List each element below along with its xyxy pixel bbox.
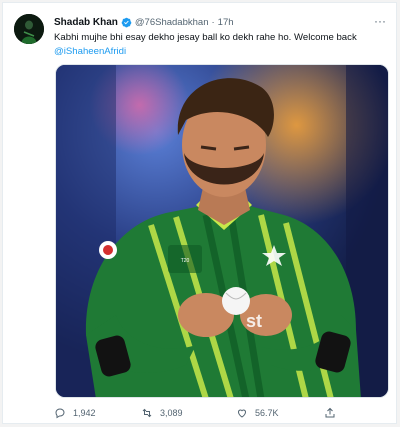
- like-count: 56.7K: [255, 408, 279, 418]
- reply-button[interactable]: 1,942: [54, 407, 96, 419]
- reply-count: 1,942: [73, 408, 96, 418]
- jersey-text: st: [246, 311, 262, 331]
- tweet-photo[interactable]: T20 st: [55, 64, 389, 398]
- badge-text: T20: [181, 258, 190, 264]
- like-button[interactable]: 56.7K: [236, 407, 279, 419]
- separator-dot: ·: [211, 16, 215, 28]
- retweet-count: 3,089: [160, 408, 183, 418]
- verified-badge-icon: [121, 17, 132, 28]
- tweet-actions: 1,942 3,089 56.7K: [54, 405, 384, 421]
- retweet-icon: [142, 408, 152, 418]
- author-name[interactable]: Shadab Khan: [54, 17, 118, 28]
- share-button[interactable]: [324, 407, 343, 419]
- mention-link[interactable]: @iShaheenAfridi: [54, 45, 384, 59]
- avatar[interactable]: [14, 14, 44, 44]
- more-options-icon[interactable]: ···: [374, 14, 386, 28]
- tweet-text: Kabhi mujhe bhi esay dekho jesay ball ko…: [54, 31, 384, 59]
- tweet-timestamp[interactable]: 17h: [218, 17, 234, 28]
- author-handle[interactable]: @76Shadabkhan: [135, 17, 209, 28]
- reply-icon: [55, 408, 65, 419]
- tweet-card[interactable]: Shadab Khan @76Shadabkhan · 17h ··· Kabh…: [2, 2, 397, 424]
- share-icon: [325, 407, 335, 418]
- tweet-body: Kabhi mujhe bhi esay dekho jesay ball ko…: [54, 32, 357, 43]
- retweet-button[interactable]: 3,089: [141, 407, 183, 419]
- tweet-header: Shadab Khan @76Shadabkhan · 17h ···: [54, 14, 386, 30]
- heart-icon: [237, 409, 247, 418]
